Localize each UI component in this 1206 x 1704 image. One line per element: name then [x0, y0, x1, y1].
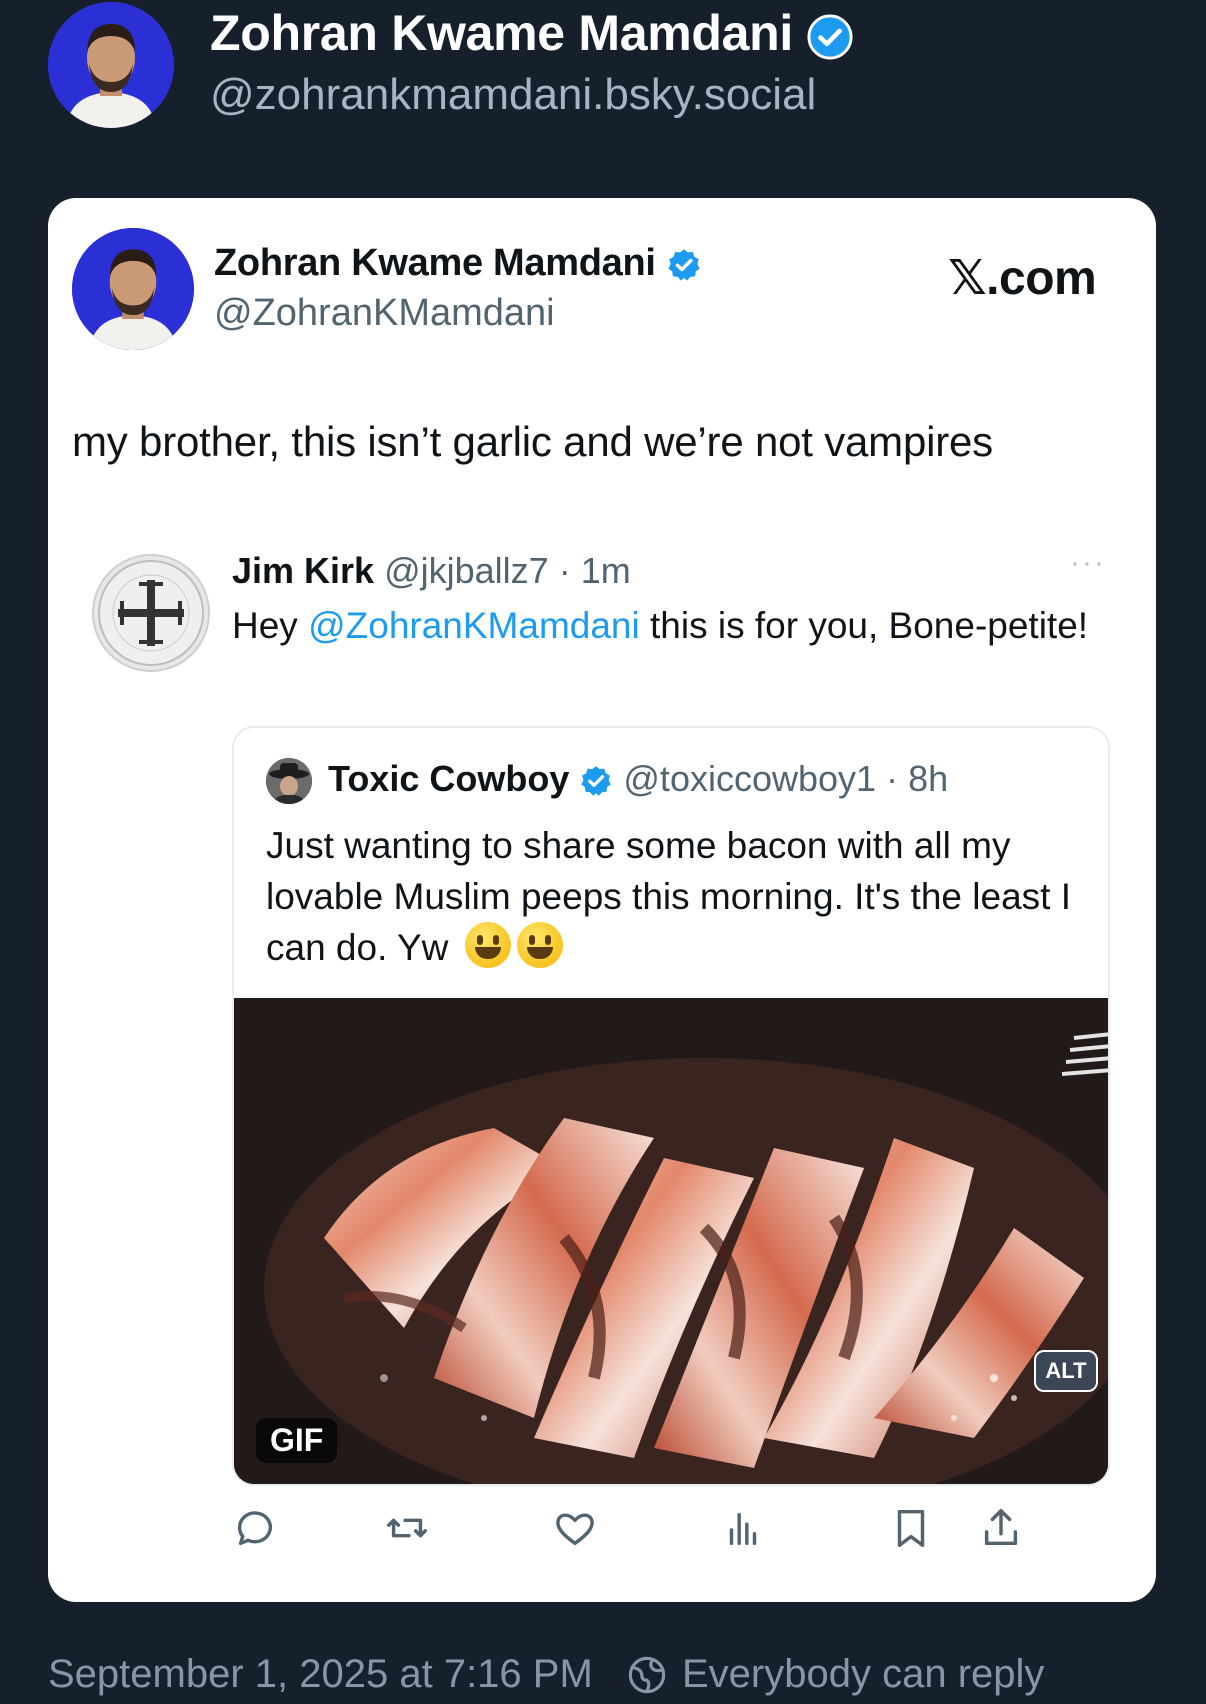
views-icon — [729, 1512, 757, 1546]
cowboy-portrait — [266, 758, 312, 804]
reply-text-prefix: Hey — [232, 605, 309, 646]
embedded-image[interactable]: Zohran Kwame Mamdani @ZohranKMamdani 𝕏.c… — [48, 198, 1156, 1602]
bacon-gif: GIF — [234, 998, 1108, 1484]
quoted-text-body: Just wanting to share some bacon with al… — [266, 825, 1071, 968]
avatar-portrait — [48, 2, 174, 128]
quoted-separator: · — [886, 758, 899, 799]
quoted-author-name: Toxic Cowboy — [328, 758, 570, 799]
reply-time: 1m — [580, 550, 631, 591]
author-name-text: Zohran Kwame Mamdani — [210, 5, 793, 61]
bookmark-icon — [897, 1509, 925, 1547]
author-handle[interactable]: @zohrankmamdani.bsky.social — [210, 70, 816, 120]
quoted-author-handle: @toxiccowboy1 — [623, 758, 877, 799]
cross-emblem-icon — [98, 560, 204, 666]
reply-header: Jim Kirk @jkjballz7 · 1m — [232, 550, 631, 592]
x-author-name: Zohran Kwame Mamdani — [214, 242, 702, 285]
quoted-time: 8h — [908, 758, 949, 799]
tweet-text: my brother, this isn’t garlic and we’re … — [72, 418, 993, 465]
like-icon — [556, 1513, 594, 1546]
verified-check-icon — [807, 14, 853, 60]
quoted-header: Toxic Cowboy @toxiccowboy1 · 8h — [328, 758, 948, 800]
author-avatar[interactable] — [48, 2, 174, 128]
bacon-frying-image — [234, 998, 1108, 1484]
alt-text-button[interactable]: ALT — [1034, 1350, 1098, 1392]
x-com-logo: 𝕏.com — [948, 252, 1097, 305]
x-author-name-text: Zohran Kwame Mamdani — [214, 242, 656, 284]
x-author-avatar — [72, 228, 194, 350]
reply-author-handle: @jkjballz7 — [384, 550, 549, 591]
reply-text: Hey @ZohranKMamdani this is for you, Bon… — [232, 600, 1092, 652]
more-options-icon: ··· — [1070, 546, 1106, 579]
reply-separator: · — [558, 550, 571, 591]
reply-text-suffix: this is for you, Bone-petite! — [639, 605, 1089, 646]
jim-kirk-avatar — [92, 554, 210, 672]
repost-icon — [387, 1518, 427, 1538]
grinning-emoji-icon — [464, 922, 511, 968]
quoted-tweet: Toxic Cowboy @toxiccowboy1 · 8h Just wan… — [232, 726, 1110, 1486]
toxic-cowboy-avatar — [266, 758, 312, 804]
verified-badge-icon — [581, 766, 612, 797]
share-icon — [984, 1509, 1018, 1546]
verified-badge-icon — [668, 249, 700, 281]
x-author-handle: @ZohranKMamdani — [214, 292, 555, 334]
globe-icon — [628, 1656, 666, 1694]
grinning-emoji-icon — [516, 922, 563, 968]
reply-icon — [237, 1511, 273, 1546]
reply-settings-label[interactable]: Everybody can reply — [682, 1652, 1044, 1697]
post-timestamp: September 1, 2025 at 7:16 PM — [48, 1652, 593, 1696]
reply-mention: @ZohranKMamdani — [308, 605, 640, 646]
author-display-name[interactable]: Zohran Kwame Mamdani — [210, 4, 853, 62]
gif-badge: GIF — [256, 1418, 338, 1463]
avatar-portrait — [72, 228, 194, 350]
reply-author-name: Jim Kirk — [232, 550, 375, 591]
quoted-text: Just wanting to share some bacon with al… — [266, 820, 1086, 973]
